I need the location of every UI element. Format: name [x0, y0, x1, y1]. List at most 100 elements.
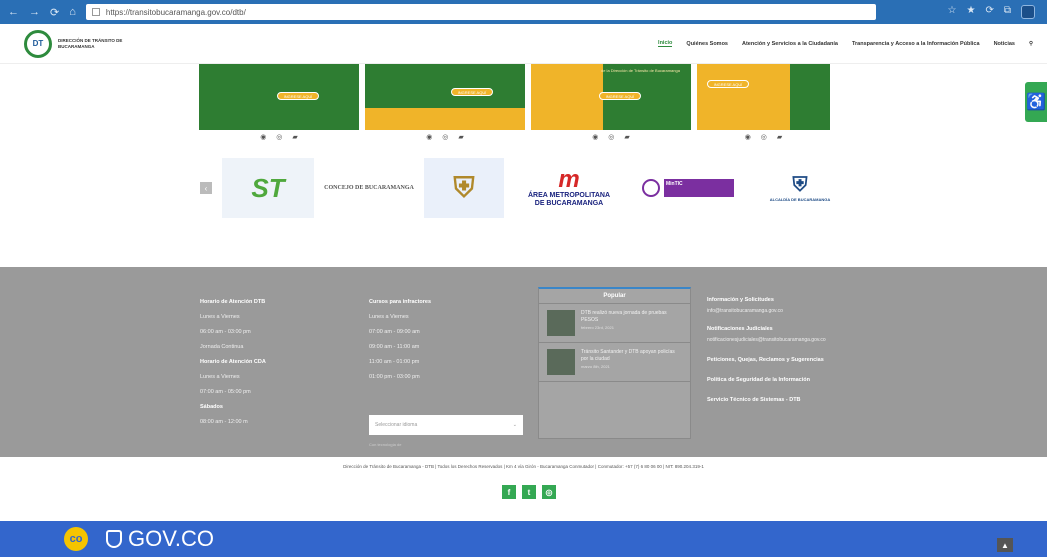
contact-item: Información y Solicitudes info@transitob…: [707, 297, 826, 314]
colombia-seal-icon: [642, 179, 660, 197]
site-logo[interactable]: DT DIRECCIÓN DE TRÁNSITO DE BUCARAMANGA: [24, 29, 128, 58]
badge-icon: ◉: [260, 134, 267, 141]
mintic-label: MinTIC: [664, 179, 734, 197]
post-title[interactable]: Tránsito Santander y DTB apoyan policías…: [581, 349, 682, 363]
card-icons: ◉ ◎ ▰: [531, 130, 691, 144]
menu-item-quienes-somos[interactable]: Quiénes Somos: [686, 41, 728, 47]
favorite-icon[interactable]: ☆: [948, 5, 957, 19]
service-card[interactable]: INGRESE AQUÍ ◉ ◎ ▰: [365, 64, 525, 144]
contact-title[interactable]: Notificaciones Judiciales: [707, 326, 826, 332]
gov-co-link[interactable]: GOV.CO: [106, 526, 214, 552]
footer-col-heading: Horario de Atención CDA: [200, 359, 266, 365]
site-header: DT DIRECCIÓN DE TRÁNSITO DE BUCARAMANGA …: [0, 24, 1047, 64]
menu-item-noticias[interactable]: Noticias: [994, 41, 1015, 47]
chevron-down-icon: ⌄: [512, 422, 517, 428]
logo-alcaldia[interactable]: ⛨ ALCALDÍA DE BUCARAMANGA: [752, 158, 848, 218]
browser-chrome: ← → ⟳ ⌂ https://transitobucaramanga.gov.…: [0, 0, 1047, 24]
menu-item-inicio[interactable]: Inicio: [658, 40, 673, 47]
favorites-bar-icon[interactable]: ★: [967, 5, 976, 19]
copyright-line: Dirección de Tránsito de Bucaramanga - D…: [343, 464, 704, 469]
browser-nav: ← → ⟳ ⌂: [0, 6, 76, 19]
contact-title[interactable]: Información y Solicitudes: [707, 297, 826, 303]
post-thumbnail[interactable]: [547, 310, 575, 336]
instagram-icon[interactable]: ◎: [542, 485, 556, 499]
menu-item-transparencia[interactable]: Transparencia y Acceso a la Información …: [852, 41, 980, 47]
home-icon[interactable]: ⌂: [69, 6, 76, 19]
service-card[interactable]: INGRESE AQUÍ ◉ ◎ ▰: [697, 64, 830, 144]
card-text: de la Dirección de Tránsito de Bucaraman…: [601, 68, 680, 73]
address-bar[interactable]: https://transitobucaramanga.gov.co/dtb/: [85, 4, 876, 20]
reload-icon[interactable]: ⟳: [50, 6, 59, 19]
post-date: febrero 23rd, 2021: [581, 325, 614, 330]
footer-col-text: Lunes a Viernes: [369, 314, 409, 320]
post-item[interactable]: DTB realizó nueva jornada de pruebas PES…: [539, 304, 690, 343]
forward-icon[interactable]: →: [29, 6, 40, 19]
carousel-prev-button[interactable]: ‹: [200, 182, 212, 194]
service-card[interactable]: de la Dirección de Tránsito de Bucaraman…: [531, 64, 691, 144]
refresh-icon[interactable]: ⟳: [985, 5, 993, 19]
co-logo[interactable]: co: [64, 527, 88, 551]
contact-item: Política de Seguridad de la Información: [707, 377, 826, 383]
circle-icon: ◎: [608, 134, 615, 141]
profile-icon[interactable]: [1021, 5, 1035, 19]
badge-icon: ◉: [744, 134, 751, 141]
logo-st[interactable]: ST: [222, 158, 314, 218]
gov-co-label: GOV.CO: [128, 526, 214, 551]
alcaldia-text: ALCALDÍA DE BUCARAMANGA: [769, 197, 831, 202]
circle-icon: ◎: [276, 134, 283, 141]
logo-mintic[interactable]: MinTIC: [634, 158, 742, 218]
gov-bar: co GOV.CO: [0, 521, 1047, 557]
footer-col-heading: Horario de Atención DTB: [200, 299, 266, 305]
post-thumbnail[interactable]: [547, 349, 575, 375]
vehicle-icon: ▰: [458, 134, 464, 141]
social-links: f t ◎: [502, 485, 556, 499]
page-icon: [91, 8, 100, 16]
browser-tools: ☆ ★ ⟳ ⧉: [948, 5, 1047, 19]
contact-item: Peticiones, Quejas, Reclamos y Sugerenci…: [707, 357, 826, 363]
card-icons: ◉ ◎ ▰: [697, 130, 830, 144]
logo-area-metropolitana[interactable]: m ÁREA METROPOLITANA DE BUCARAMANGA: [514, 158, 624, 218]
vehicle-icon: ▰: [292, 134, 298, 141]
card-cta-button[interactable]: INGRESE AQUÍ: [707, 80, 749, 88]
contact-sub[interactable]: notificacionesjudiciales@transitobucaram…: [707, 337, 826, 343]
logo-text: DIRECCIÓN DE TRÁNSITO DE BUCARAMANGA: [58, 37, 123, 49]
contact-title[interactable]: Peticiones, Quejas, Reclamos y Sugerenci…: [707, 357, 826, 363]
post-title[interactable]: DTB realizó nueva jornada de pruebas PES…: [581, 310, 682, 324]
alcaldia-shield-icon: ⛨: [792, 174, 808, 196]
card-cta-button[interactable]: INGRESE AQUÍ: [599, 92, 641, 100]
accessibility-icon[interactable]: ♿: [1025, 82, 1047, 122]
twitter-icon[interactable]: t: [522, 485, 536, 499]
circle-icon: ◎: [442, 134, 449, 141]
menu-item-atencion[interactable]: Atención y Servicios a la Ciudadanía: [742, 41, 838, 47]
scroll-to-top-button[interactable]: ▲: [997, 538, 1013, 552]
footer-col-heading: Sábados: [200, 404, 223, 410]
site-footer: Horario de Atención DTB Lunes a Viernes 06…: [0, 267, 1047, 457]
url-text: https://transitobucaramanga.gov.co/dtb/: [105, 7, 246, 17]
facebook-icon[interactable]: f: [502, 485, 516, 499]
footer-col-text: Jornada Continua: [200, 344, 244, 350]
footer-col-text: 08:00 am - 12:00 m: [200, 419, 248, 425]
circle-icon: ◎: [760, 134, 767, 141]
badge-icon: ◉: [426, 134, 433, 141]
logo-mark: DT: [24, 29, 52, 58]
footer-col-text: 01:00 pm - 03:00 pm: [369, 374, 420, 380]
post-item[interactable]: Tránsito Santander y DTB apoyan policías…: [539, 343, 690, 382]
contact-title[interactable]: Política de Seguridad de la Información: [707, 377, 826, 383]
footer-col-text: 11:00 am - 01:00 pm: [369, 359, 420, 365]
service-cards: INGRESE AQUÍ ◉ ◎ ▰ INGRESE AQUÍ ◉ ◎ ▰ de…: [199, 64, 830, 144]
contact-title[interactable]: Servicio Técnico de Sistemas - DTB: [707, 397, 826, 403]
collections-icon[interactable]: ⧉: [1004, 5, 1011, 19]
card-icons: ◉ ◎ ▰: [365, 130, 525, 144]
contact-sub[interactable]: info@transitobucaramanga.gov.co: [707, 308, 826, 314]
footer-col-heading: Cursos para infractores: [369, 299, 432, 305]
vehicle-icon: ▰: [624, 134, 630, 141]
card-cta-button[interactable]: INGRESE AQUÍ: [277, 92, 319, 100]
logo-concejo[interactable]: CONCEJO DE BUCARAMANGA: [324, 158, 414, 218]
search-icon[interactable]: ⚲: [1029, 41, 1033, 47]
language-select[interactable]: Seleccionar idioma ⌄: [369, 415, 523, 435]
logo-shield-icon[interactable]: ⛨: [424, 158, 504, 218]
service-card[interactable]: INGRESE AQUÍ ◉ ◎ ▰: [199, 64, 359, 144]
back-icon[interactable]: ←: [8, 6, 19, 19]
card-cta-button[interactable]: INGRESE AQUÍ: [451, 88, 493, 96]
footer-col-text: 06:00 am - 03:00 pm: [200, 329, 251, 335]
